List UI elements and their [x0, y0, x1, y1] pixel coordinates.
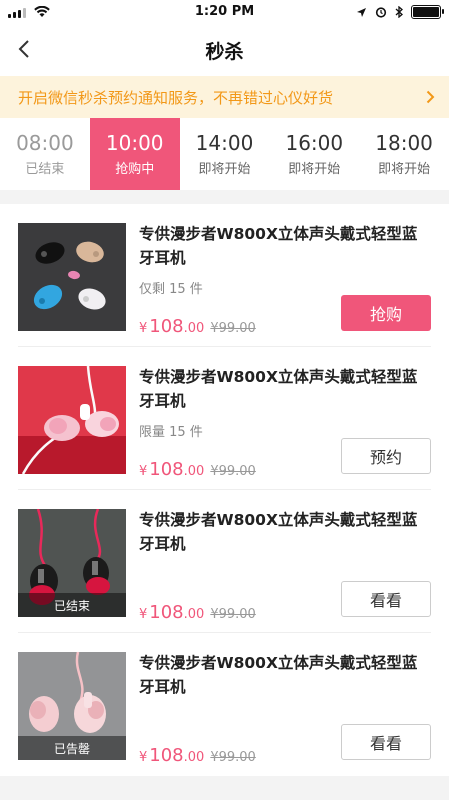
- sale-price: ¥108.00: [139, 459, 205, 480]
- product-name: 专供漫步者W800X立体声头戴式轻型蓝牙耳机: [139, 654, 418, 696]
- time-tab-status: 即将开始: [378, 162, 431, 177]
- view-button[interactable]: 看看: [341, 724, 431, 760]
- location-arrow-icon: [357, 7, 366, 17]
- time-tabs: 08:00 已结束 10:00 抢购中 14:00 即将开始 16:00 即将开…: [0, 118, 449, 190]
- product-item[interactable]: 已结束 专供漫步者W800X立体声头戴式轻型蓝牙耳机 ¥108.00 ¥99.0…: [18, 490, 431, 633]
- sold-out-overlay: 已结束: [18, 593, 126, 617]
- product-image: [18, 366, 126, 474]
- product-image: 已告罄: [18, 652, 126, 760]
- sale-price: ¥108.00: [139, 316, 205, 337]
- time-tab-status: 抢购中: [115, 162, 155, 177]
- product-name: 专供漫步者W800X立体声头戴式轻型蓝牙耳机: [139, 225, 418, 267]
- product-name: 专供漫步者W800X立体声头戴式轻型蓝牙耳机: [139, 368, 418, 410]
- product-info: 专供漫步者W800X立体声头戴式轻型蓝牙耳机 限量 15 件 ¥108.00 ¥…: [139, 366, 431, 480]
- reserve-button[interactable]: 预约: [341, 438, 431, 474]
- product-list: 专供漫步者W800X立体声头戴式轻型蓝牙耳机 仅剩 15 件 ¥108.00 ¥…: [0, 204, 449, 776]
- time-tab-status: 已结束: [25, 162, 65, 177]
- time-tab-1800[interactable]: 18:00 即将开始: [359, 118, 449, 190]
- price-row: ¥108.00 ¥99.00: [139, 602, 256, 623]
- time-tab-time: 14:00: [195, 131, 254, 155]
- page-title: 秒杀: [205, 40, 244, 63]
- time-tab-1000[interactable]: 10:00 抢购中: [89, 118, 180, 190]
- original-price: ¥99.00: [210, 464, 256, 479]
- time-tab-time: 18:00: [375, 131, 433, 155]
- notice-text: 开启微信秒杀预约通知服务，不再错过心仪好货: [18, 88, 334, 107]
- price-row: ¥108.00 ¥99.00: [139, 459, 256, 480]
- product-info: 专供漫步者W800X立体声头戴式轻型蓝牙耳机 ¥108.00 ¥99.00 看看: [139, 509, 431, 623]
- time-tab-status: 即将开始: [198, 162, 251, 177]
- status-bar: 1:20 PM: [0, 0, 449, 24]
- chevron-right-icon: [426, 90, 435, 104]
- time-tab-time: 16:00: [285, 131, 344, 155]
- sale-price: ¥108.00: [139, 745, 205, 766]
- product-info: 专供漫步者W800X立体声头戴式轻型蓝牙耳机 仅剩 15 件 ¥108.00 ¥…: [139, 223, 431, 337]
- sale-price: ¥108.00: [139, 602, 205, 623]
- product-image: 已结束: [18, 509, 126, 617]
- original-price: ¥99.00: [210, 750, 256, 765]
- price-row: ¥108.00 ¥99.00: [139, 745, 256, 766]
- time-tab-0800[interactable]: 08:00 已结束: [0, 118, 90, 190]
- notice-banner[interactable]: 开启微信秒杀预约通知服务，不再错过心仪好货: [0, 76, 449, 118]
- nav-bar: 秒杀: [0, 24, 449, 76]
- product-info: 专供漫步者W800X立体声头戴式轻型蓝牙耳机 ¥108.00 ¥99.00 看看: [139, 652, 431, 766]
- status-right: [356, 5, 444, 19]
- time-tab-1400[interactable]: 14:00 即将开始: [180, 118, 270, 190]
- sold-out-overlay: 已告罄: [18, 736, 126, 760]
- back-button[interactable]: [10, 34, 38, 64]
- battery-icon: [411, 5, 444, 19]
- time-tab-time: 10:00: [105, 131, 164, 155]
- price-row: ¥108.00 ¥99.00: [139, 316, 256, 337]
- product-item[interactable]: 已告罄 专供漫步者W800X立体声头戴式轻型蓝牙耳机 ¥108.00 ¥99.0…: [18, 633, 431, 776]
- product-image: [18, 223, 126, 331]
- view-button[interactable]: 看看: [341, 581, 431, 617]
- product-item[interactable]: 专供漫步者W800X立体声头戴式轻型蓝牙耳机 限量 15 件 ¥108.00 ¥…: [18, 347, 431, 490]
- original-price: ¥99.00: [210, 321, 256, 336]
- alarm-icon: [375, 7, 387, 18]
- product-name: 专供漫步者W800X立体声头戴式轻型蓝牙耳机: [139, 511, 418, 553]
- bluetooth-icon: [395, 6, 403, 18]
- time-tab-status: 即将开始: [288, 162, 341, 177]
- buy-button[interactable]: 抢购: [341, 295, 431, 331]
- product-item[interactable]: 专供漫步者W800X立体声头戴式轻型蓝牙耳机 仅剩 15 件 ¥108.00 ¥…: [18, 204, 431, 347]
- original-price: ¥99.00: [210, 607, 256, 622]
- time-tab-time: 08:00: [16, 131, 74, 155]
- chevron-left-icon: [18, 40, 29, 58]
- time-tab-1600[interactable]: 16:00 即将开始: [269, 118, 359, 190]
